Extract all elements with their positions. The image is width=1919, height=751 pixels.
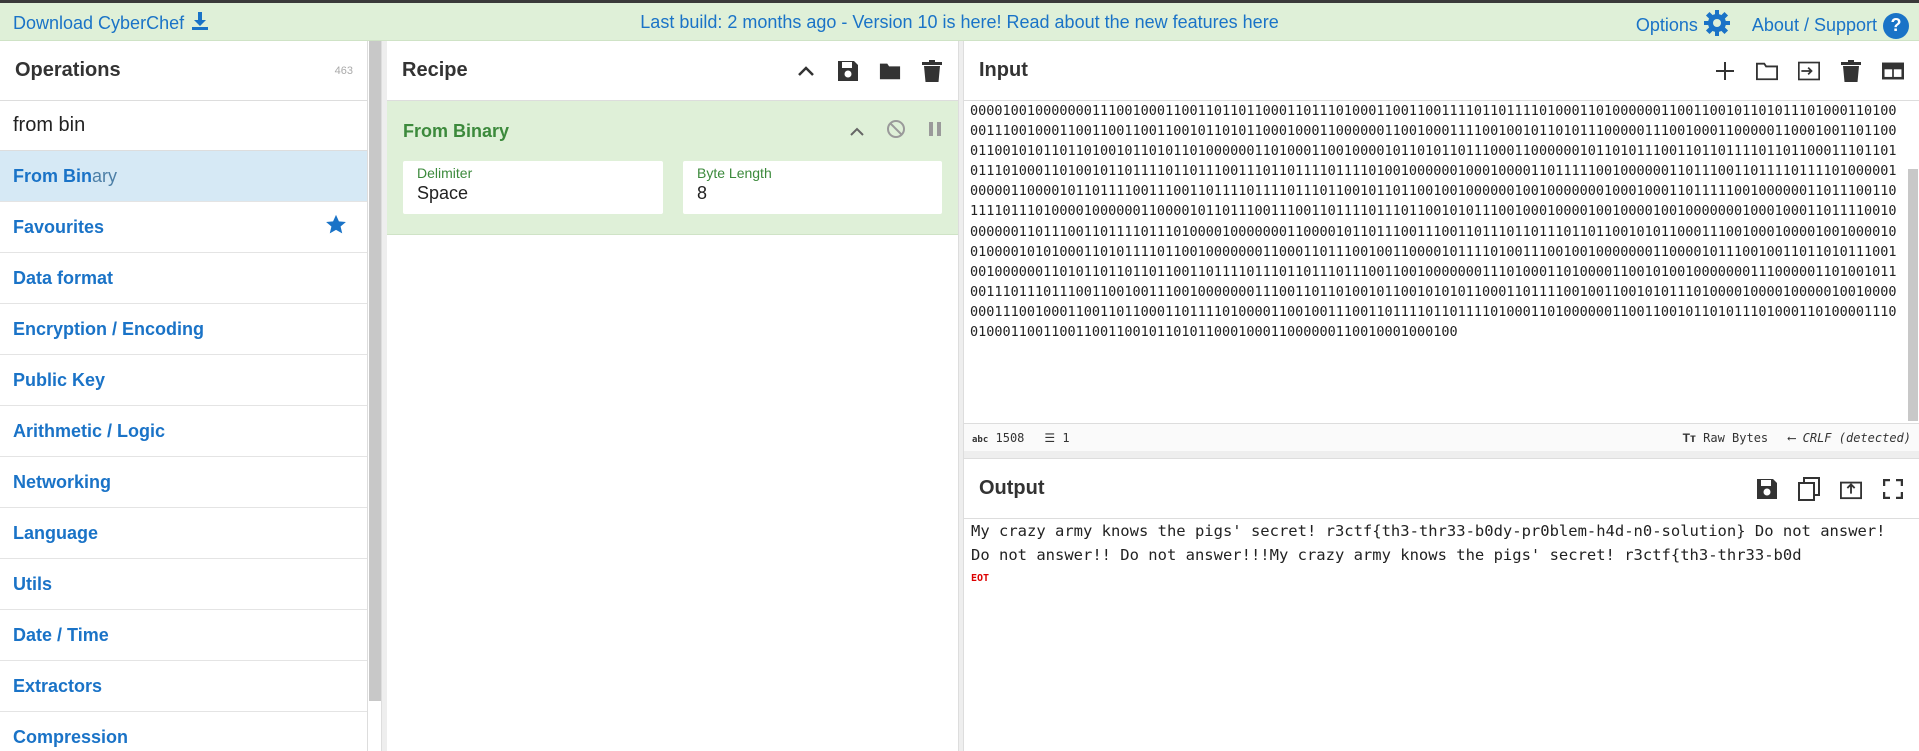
category-label: Networking xyxy=(13,471,112,492)
trash-icon[interactable] xyxy=(921,59,943,82)
input-status-bar: abc 1508 ☰ 1 Tт Raw Bytes ⟵ CRLF (detect… xyxy=(964,423,1919,451)
category-networking[interactable]: Networking xyxy=(0,457,367,508)
category-utils[interactable]: Utils xyxy=(0,559,367,610)
plus-icon[interactable] xyxy=(1714,60,1736,82)
build-message-link[interactable]: Last build: 2 months ago - Version 10 is… xyxy=(640,12,1278,32)
operations-search[interactable] xyxy=(0,101,367,151)
operations-title: Operations xyxy=(15,59,121,81)
search-input[interactable] xyxy=(13,114,354,137)
category-label: Extractors xyxy=(13,675,103,696)
copy-icon[interactable] xyxy=(1798,476,1820,501)
category-label: Encryption / Encoding xyxy=(13,318,205,339)
replace-input-icon[interactable] xyxy=(1840,478,1862,500)
star-icon[interactable] xyxy=(325,214,347,241)
about-label[interactable]: About / Support xyxy=(1752,15,1877,36)
eot-marker: EOT xyxy=(971,573,990,584)
options-button[interactable]: Options xyxy=(1636,10,1730,41)
text-size-icon: Tт xyxy=(1682,430,1696,445)
byte-length-value[interactable]: 8 xyxy=(697,183,928,204)
char-count: abc 1508 xyxy=(972,431,1024,445)
download-label[interactable]: Download CyberChef xyxy=(13,13,184,34)
eol-label[interactable]: CRLF (detected) xyxy=(1803,431,1911,445)
recipe-operation-from-binary[interactable]: From Binary Delimiter Space Byte Length xyxy=(387,101,958,235)
category-public-key[interactable]: Public Key xyxy=(0,355,367,406)
category-label: Utils xyxy=(13,573,53,594)
download-cyberchef-link[interactable]: Download CyberChef xyxy=(13,12,209,35)
top-bar: Download CyberChef Last build: 2 months … xyxy=(0,0,1919,41)
lines-icon: ☰ xyxy=(1044,430,1056,445)
operations-scrollbar[interactable] xyxy=(369,41,381,701)
category-label: Favourites xyxy=(13,216,105,237)
maximise-icon[interactable] xyxy=(1882,478,1904,500)
category-date-time[interactable]: Date / Time xyxy=(0,610,367,661)
input-header: Input xyxy=(964,41,1919,101)
io-panel: Input 0000100100000001110010001100110110… xyxy=(964,41,1919,584)
category-encryption-encoding[interactable]: Encryption / Encoding xyxy=(0,304,367,355)
recipe-title: Recipe xyxy=(402,59,468,81)
category-label: Public Key xyxy=(13,369,106,390)
collapse-chevron-icon[interactable] xyxy=(850,121,864,142)
return-arrow-icon: ⟵ xyxy=(1788,430,1796,445)
trash-icon[interactable] xyxy=(1840,59,1862,82)
delimiter-field[interactable]: Delimiter Space xyxy=(403,161,663,214)
layout-icon[interactable] xyxy=(1882,60,1904,82)
category-label: Language xyxy=(13,522,99,543)
io-resizer[interactable] xyxy=(964,451,1919,459)
category-label: Compression xyxy=(13,726,129,747)
help-icon[interactable]: ? xyxy=(1883,12,1909,39)
download-icon[interactable] xyxy=(192,12,209,35)
category-label: Arithmetic / Logic xyxy=(13,420,166,441)
disable-icon[interactable] xyxy=(886,119,906,144)
pause-icon[interactable] xyxy=(928,121,942,142)
delimiter-label: Delimiter xyxy=(417,165,473,181)
encoding-label[interactable]: Raw Bytes xyxy=(1703,431,1768,445)
about-support-button[interactable]: About / Support ? xyxy=(1752,12,1909,39)
operations-header: Operations 463 xyxy=(0,41,367,101)
delimiter-value[interactable]: Space xyxy=(417,183,649,204)
chevron-up-icon[interactable] xyxy=(795,60,817,82)
search-rest-text: ary xyxy=(92,165,118,186)
recipe-header: Recipe xyxy=(387,41,958,101)
input-scrollbar[interactable] xyxy=(1908,169,1918,421)
category-compression[interactable]: Compression xyxy=(0,712,367,751)
operation-name: From Binary xyxy=(403,120,510,141)
output-title: Output xyxy=(979,477,1045,499)
char-count-value: 1508 xyxy=(995,430,1025,445)
folder-icon[interactable] xyxy=(879,60,901,82)
operations-count: 463 xyxy=(334,64,353,77)
input-textarea[interactable]: 0000100100000001110010001100110110110001… xyxy=(964,101,1906,423)
recipe-panel: Recipe From Binary Delimiter Space Byte … xyxy=(387,41,958,751)
load-file-icon[interactable] xyxy=(1798,60,1820,82)
output-text[interactable]: My crazy army knows the pigs' secret! r3… xyxy=(971,519,1912,567)
output-header: Output xyxy=(964,459,1919,519)
output-area[interactable]: My crazy army knows the pigs' secret! r3… xyxy=(964,519,1919,591)
encoding-selector[interactable]: Tт Raw Bytes xyxy=(1683,431,1768,445)
gear-icon[interactable] xyxy=(1703,10,1730,41)
category-arithmetic-logic[interactable]: Arithmetic / Logic xyxy=(0,406,367,457)
category-label: Date / Time xyxy=(13,624,109,645)
category-label: Data format xyxy=(13,267,114,288)
open-folder-icon[interactable] xyxy=(1756,60,1778,82)
byte-length-field[interactable]: Byte Length 8 xyxy=(683,161,942,214)
operations-panel: Operations 463 From Binary Favourites Da… xyxy=(0,41,368,751)
line-count: ☰ 1 xyxy=(1044,431,1069,445)
search-result-from-binary[interactable]: From Binary xyxy=(0,151,367,202)
abc-icon: abc xyxy=(972,434,989,445)
search-match-text: From Bin xyxy=(13,165,92,186)
category-language[interactable]: Language xyxy=(0,508,367,559)
category-data-format[interactable]: Data format xyxy=(0,253,367,304)
byte-length-label: Byte Length xyxy=(697,165,772,181)
eol-selector[interactable]: ⟵ CRLF (detected) xyxy=(1788,431,1911,445)
save-icon[interactable] xyxy=(837,60,859,82)
category-extractors[interactable]: Extractors xyxy=(0,661,367,712)
line-count-value: 1 xyxy=(1062,430,1070,445)
options-label[interactable]: Options xyxy=(1636,15,1698,36)
save-icon[interactable] xyxy=(1756,478,1778,500)
category-favourites[interactable]: Favourites xyxy=(0,202,367,253)
input-title: Input xyxy=(979,59,1028,81)
